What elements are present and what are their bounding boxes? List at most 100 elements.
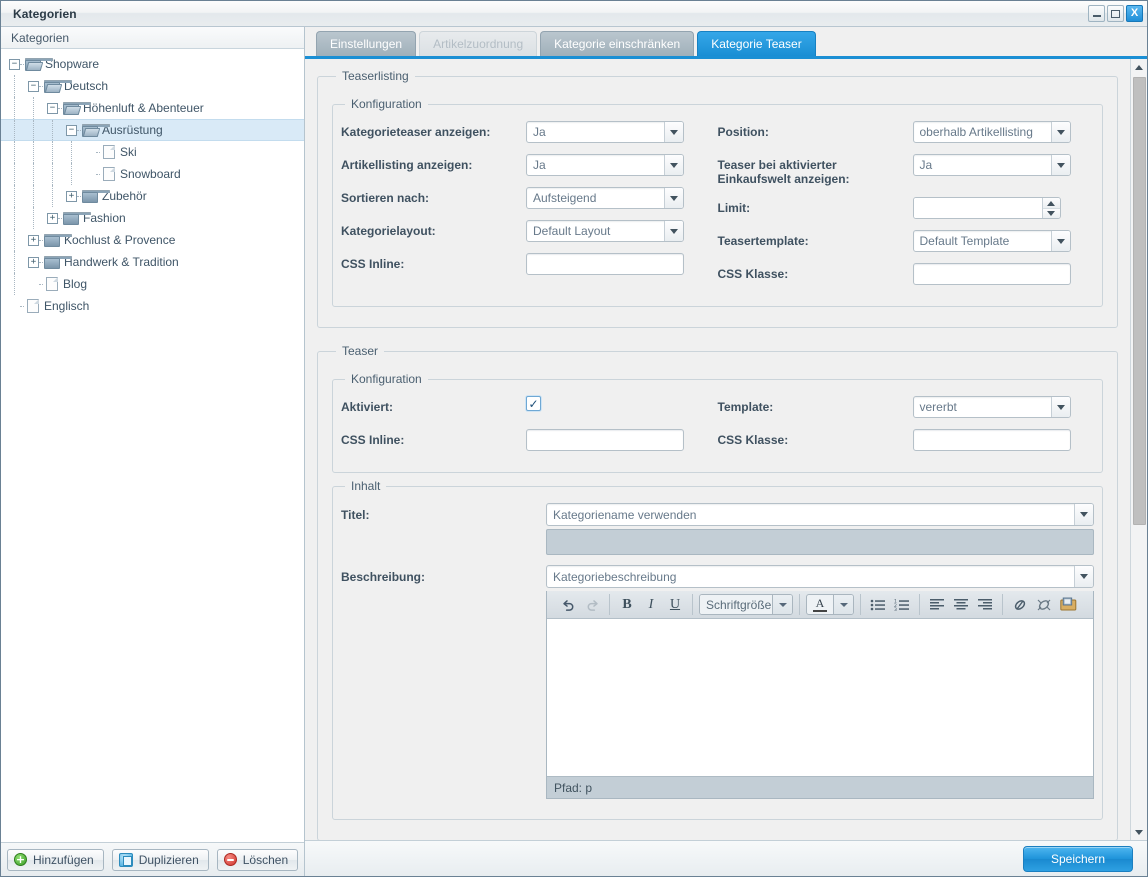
tree-node[interactable]: Englisch — [1, 295, 304, 317]
scroll-down-arrow-icon[interactable] — [1131, 824, 1147, 840]
align-center-icon[interactable] — [950, 594, 972, 615]
tree-node[interactable]: Snowboard — [1, 163, 304, 185]
collapse-icon[interactable]: − — [9, 58, 20, 70]
chevron-down-icon[interactable] — [664, 122, 683, 142]
collapse-icon[interactable]: − — [47, 102, 58, 114]
combo-box[interactable]: vererbt — [912, 396, 1071, 418]
tree-connector — [20, 305, 24, 307]
chevron-down-icon[interactable] — [1050, 397, 1070, 417]
form-row: Teasertemplate: Default Template — [718, 230, 1095, 252]
titel-combo[interactable]: Kategoriename verwenden — [546, 503, 1094, 526]
beschreibung-combo[interactable]: Kategoriebeschreibung — [546, 565, 1094, 588]
combo-box[interactable]: Default Template — [912, 230, 1071, 252]
chevron-down-icon[interactable] — [1050, 231, 1070, 251]
tree-node[interactable]: Blog — [1, 273, 304, 295]
tree-connector — [39, 261, 43, 263]
chevron-down-icon[interactable] — [664, 188, 683, 208]
unlink-icon[interactable] — [1033, 594, 1055, 615]
form-label: Sortieren nach: — [341, 191, 430, 205]
expand-icon[interactable]: + — [28, 234, 39, 246]
fontsize-combo[interactable]: Schriftgröße — [699, 594, 793, 615]
collapse-icon[interactable]: − — [66, 124, 77, 136]
underline-icon[interactable]: U — [664, 594, 686, 615]
chevron-down-icon[interactable] — [772, 595, 792, 614]
spinner-down-icon[interactable] — [1042, 208, 1060, 218]
combo-box[interactable]: Aufsteigend — [526, 187, 684, 209]
scrollbar-thumb[interactable] — [1133, 77, 1146, 525]
tree-node[interactable]: − Ausrüstung — [1, 119, 304, 141]
bold-icon[interactable]: B — [616, 594, 638, 615]
align-left-icon[interactable] — [926, 594, 948, 615]
checkbox[interactable]: ✓ — [526, 396, 541, 411]
text-input[interactable] — [912, 263, 1071, 285]
chevron-down-icon[interactable] — [1050, 155, 1070, 175]
text-input[interactable] — [526, 253, 684, 275]
tab-artikelzuordnung: Artikelzuordnung — [419, 31, 538, 56]
form-control — [912, 429, 1071, 451]
maximize-button[interactable] — [1107, 5, 1124, 22]
tab-kategorie-einschr-nken[interactable]: Kategorie einschränken — [540, 31, 695, 56]
category-tree[interactable]: − Shopware − Deutsch − Höhenluft & Abenteuer −… — [1, 49, 304, 842]
tree-node[interactable]: − Höhenluft & Abenteuer — [1, 97, 304, 119]
expand-icon[interactable]: + — [47, 212, 58, 224]
insert-image-icon[interactable] — [1057, 594, 1079, 615]
undo-icon[interactable] — [557, 594, 579, 615]
tree-indent — [1, 141, 85, 163]
combo-box[interactable]: Default Layout — [526, 220, 684, 242]
redo-icon[interactable] — [581, 594, 603, 615]
tree-node-label: Ski — [120, 145, 137, 159]
link-icon[interactable] — [1009, 594, 1031, 615]
unordered-list-icon[interactable] — [867, 594, 889, 615]
delete-category-button[interactable]: Löschen — [216, 848, 299, 871]
duplicate-category-button[interactable]: Duplizieren — [111, 848, 209, 871]
form-control: Ja — [526, 121, 684, 143]
tree-node[interactable]: + Fashion — [1, 207, 304, 229]
combo-box[interactable]: Ja — [526, 154, 684, 176]
tree-node[interactable]: + Handwerk & Tradition — [1, 251, 304, 273]
add-category-button[interactable]: + Hinzufügen — [7, 848, 104, 871]
text-input[interactable] — [526, 429, 684, 451]
italic-icon[interactable]: I — [640, 594, 662, 615]
combo-box[interactable]: Ja — [912, 154, 1071, 176]
plus-icon: + — [14, 853, 27, 866]
close-button[interactable]: X — [1126, 5, 1143, 22]
ordered-list-icon[interactable]: 123 — [891, 594, 913, 615]
document-icon — [27, 299, 39, 313]
save-button[interactable]: Speichern — [1023, 845, 1133, 872]
spinner-value[interactable] — [913, 198, 1042, 218]
form-label: Teaser bei aktivierter Einkaufswelt anze… — [717, 158, 850, 186]
combo-box[interactable]: Ja — [526, 121, 684, 143]
duplicate-icon — [118, 852, 133, 867]
chevron-down-icon[interactable] — [664, 221, 683, 241]
tab-kategorie-teaser[interactable]: Kategorie Teaser — [697, 31, 816, 56]
spinner-up-icon[interactable] — [1042, 198, 1060, 208]
collapse-icon[interactable]: − — [28, 80, 39, 92]
tree-node[interactable]: − Deutsch — [1, 75, 304, 97]
fontcolor-button[interactable]: A — [806, 594, 854, 615]
number-spinner[interactable] — [912, 197, 1061, 219]
richtext-editor: B I U Schriftgröße A 1 2 3 Pfad: p — [546, 591, 1094, 799]
teaserlisting-legend: Teaserlisting — [342, 69, 409, 83]
scroll-up-arrow-icon[interactable] — [1131, 59, 1147, 75]
richtext-content-area[interactable] — [547, 619, 1093, 776]
minimize-button[interactable] — [1088, 5, 1105, 22]
tree-node[interactable]: + Zubehör — [1, 185, 304, 207]
chevron-down-icon[interactable] — [833, 595, 853, 614]
expand-icon[interactable]: + — [66, 190, 77, 202]
tree-node[interactable]: + Kochlust & Provence — [1, 229, 304, 251]
chevron-down-icon[interactable] — [1074, 566, 1093, 587]
chevron-down-icon[interactable] — [1050, 122, 1070, 142]
chevron-down-icon[interactable] — [1074, 504, 1093, 525]
form-control: vererbt — [912, 396, 1071, 418]
content-vertical-scrollbar[interactable] — [1130, 59, 1147, 840]
tree-connector — [77, 195, 81, 197]
chevron-down-icon[interactable] — [664, 155, 683, 175]
combo-box[interactable]: oberhalb Artikellisting — [912, 121, 1071, 143]
text-input[interactable] — [912, 429, 1071, 451]
expand-icon[interactable]: + — [28, 256, 39, 268]
tree-node[interactable]: − Shopware — [1, 53, 304, 75]
align-right-icon[interactable] — [974, 594, 996, 615]
tab-einstellungen[interactable]: Einstellungen — [316, 31, 417, 56]
tree-node[interactable]: Ski — [1, 141, 304, 163]
